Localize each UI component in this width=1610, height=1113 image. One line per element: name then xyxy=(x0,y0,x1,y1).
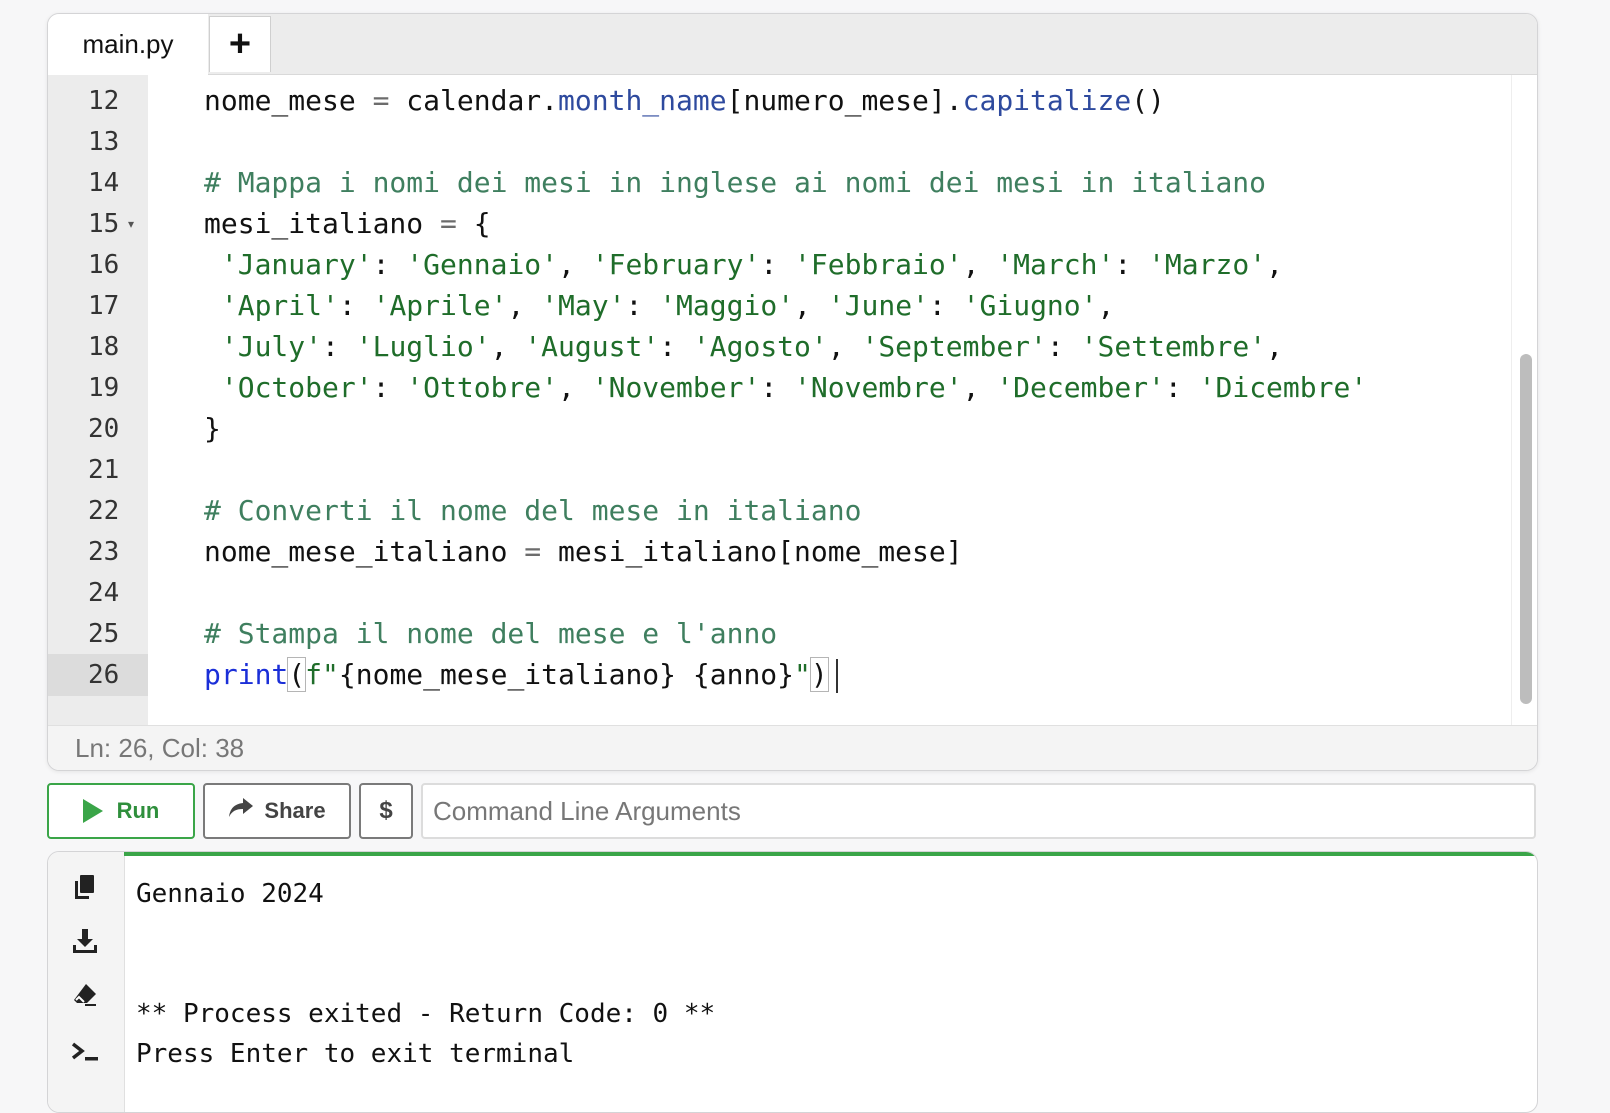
line-number: 17 xyxy=(88,291,120,321)
line-number: 25 xyxy=(88,619,120,649)
code-line: 20 } xyxy=(48,408,1537,450)
tab-bar: main.py + xyxy=(48,14,1537,75)
code-line: 24 xyxy=(48,572,1537,614)
terminal-toolbar xyxy=(48,852,125,1112)
code-text[interactable]: print(f"{nome_mese_italiano} {anno}") xyxy=(204,654,838,696)
code-line: 13 xyxy=(48,121,1537,163)
code-line: 22 # Converti il nome del mese in italia… xyxy=(48,490,1537,532)
code-line: 18 'July': 'Luglio', 'August': 'Agosto',… xyxy=(48,326,1537,368)
line-number: 24 xyxy=(88,578,120,608)
output-terminal[interactable]: Gennaio 2024 ** Process exited - Return … xyxy=(47,851,1538,1113)
code-line: 25 # Stampa il nome del mese e l'anno xyxy=(48,613,1537,655)
download-icon[interactable] xyxy=(70,926,100,956)
line-number-active: 26 xyxy=(48,654,148,696)
code-line: 21 xyxy=(48,449,1537,491)
code-text[interactable]: 'January': 'Gennaio', 'February': 'Febbr… xyxy=(204,244,1283,286)
line-number: 22 xyxy=(88,496,120,526)
tab-main-py[interactable]: main.py xyxy=(48,14,208,75)
code-comment[interactable]: # Mappa i nomi dei mesi in inglese ai no… xyxy=(204,162,1266,204)
line-number: 20 xyxy=(88,414,120,444)
code-line: 14 # Mappa i nomi dei mesi in inglese ai… xyxy=(48,162,1537,204)
code-text[interactable]: 'October': 'Ottobre', 'November': 'Novem… xyxy=(204,367,1367,409)
terminal-prompt-icon[interactable] xyxy=(70,1036,100,1066)
add-tab-button[interactable]: + xyxy=(209,16,271,72)
run-button[interactable]: Run xyxy=(47,783,195,839)
code-line: 19 'October': 'Ottobre', 'November': 'No… xyxy=(48,367,1537,409)
code-text[interactable]: nome_mese_italiano = mesi_italiano[nome_… xyxy=(204,531,963,573)
code-line: 16 'January': 'Gennaio', 'February': 'Fe… xyxy=(48,244,1537,286)
command-line-arguments-input[interactable] xyxy=(421,783,1536,839)
terminal-status-bar xyxy=(124,852,1537,856)
share-label: Share xyxy=(264,798,326,823)
fold-arrow-icon[interactable]: ▾ xyxy=(128,203,134,245)
code-line: 12 nome_mese = calendar.month_name[numer… xyxy=(48,80,1537,122)
stdin-toggle-button[interactable]: $ xyxy=(359,783,413,839)
line-number: 21 xyxy=(88,455,120,485)
terminal-output: Gennaio 2024 ** Process exited - Return … xyxy=(136,879,716,1069)
line-number: 18 xyxy=(88,332,120,362)
code-line: 17 'April': 'Aprile', 'May': 'Maggio', '… xyxy=(48,285,1537,327)
code-line-active: 26 print(f"{nome_mese_italiano} {anno}") xyxy=(48,654,1537,696)
code-text[interactable]: mesi_italiano = { xyxy=(204,203,491,245)
line-number: 16 xyxy=(88,250,120,280)
share-arrow-icon xyxy=(228,797,254,825)
share-button[interactable]: Share xyxy=(203,783,351,839)
code-comment[interactable]: # Converti il nome del mese in italiano xyxy=(204,490,861,532)
code-text[interactable]: nome_mese = calendar.month_name[numero_m… xyxy=(204,80,1165,122)
code-text[interactable]: } xyxy=(204,408,221,450)
cursor-position-status: Ln: 26, Col: 38 xyxy=(48,725,1537,770)
eraser-icon[interactable] xyxy=(70,980,100,1010)
line-number: 23 xyxy=(88,537,120,567)
code-line: 15 ▾ mesi_italiano = { xyxy=(48,203,1537,245)
scrollbar-thumb[interactable] xyxy=(1520,354,1532,704)
code-text[interactable]: 'April': 'Aprile', 'May': 'Maggio', 'Jun… xyxy=(204,285,1115,327)
code-text[interactable]: 'July': 'Luglio', 'August': 'Agosto', 'S… xyxy=(204,326,1283,368)
code-editor: main.py + 12 nome_mese = calendar.month_… xyxy=(47,13,1538,771)
run-label: Run xyxy=(116,798,160,823)
code-line: 23 nome_mese_italiano = mesi_italiano[no… xyxy=(48,531,1537,573)
line-number: 12 xyxy=(88,86,120,116)
line-number: 14 xyxy=(88,168,120,198)
code-comment[interactable]: # Stampa il nome del mese e l'anno xyxy=(204,613,777,655)
play-icon xyxy=(82,799,103,823)
text-cursor xyxy=(835,659,838,693)
line-number: 19 xyxy=(88,373,120,403)
line-number: 13 xyxy=(88,127,120,157)
copy-icon[interactable] xyxy=(70,872,100,902)
